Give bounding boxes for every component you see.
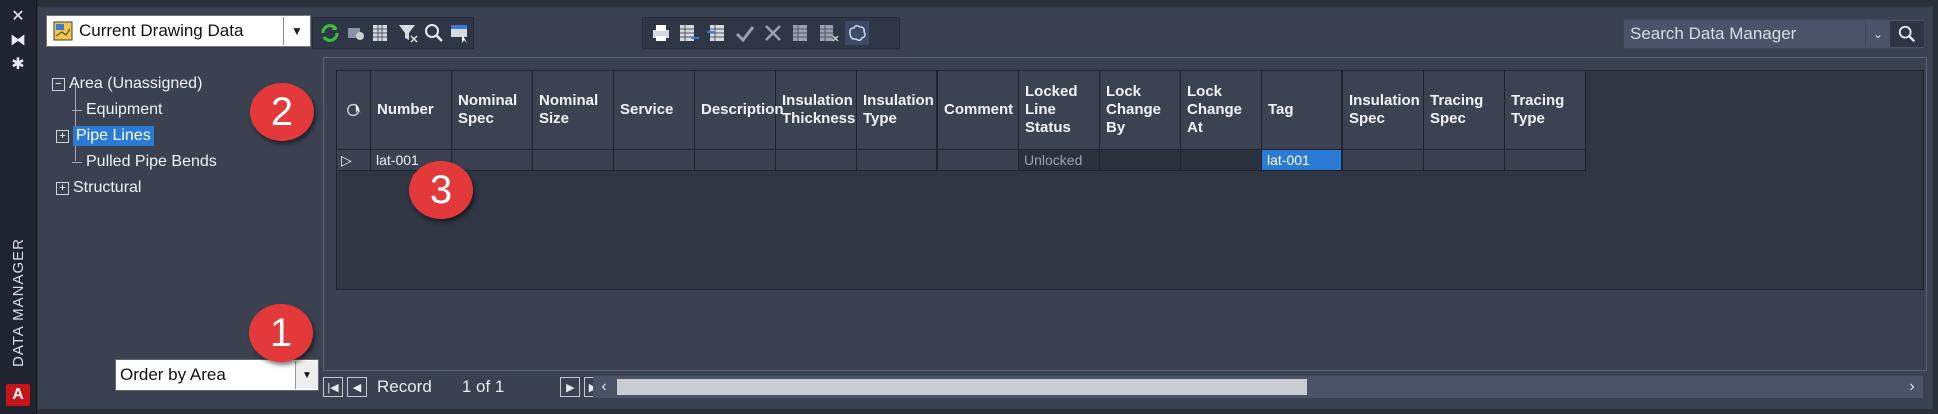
column-header[interactable]: Insulation Thickness <box>776 71 857 149</box>
print-icon[interactable] <box>649 21 673 45</box>
export-icon[interactable] <box>677 21 701 45</box>
revision-cloud-icon[interactable] <box>845 21 869 45</box>
search-box[interactable]: Search Data Manager ⌄ <box>1623 19 1925 49</box>
table-cell[interactable] <box>776 150 857 170</box>
table-cell[interactable] <box>1343 150 1424 170</box>
annotation-badge-2: 2 <box>250 83 314 141</box>
grid-container: Number Nominal Spec Nominal Size Service… <box>323 57 1927 371</box>
tree-node-structural[interactable]: + Structural <box>52 175 322 201</box>
chevron-down-icon[interactable]: ⌄ <box>1865 21 1890 47</box>
next-record-button[interactable]: ▶ <box>560 377 581 397</box>
search-button[interactable] <box>1890 21 1924 47</box>
drawing-data-icon <box>53 21 73 41</box>
table-cell[interactable] <box>614 150 695 170</box>
expand-icon[interactable]: + <box>56 129 69 143</box>
order-by-label: Order by Area <box>120 365 226 384</box>
column-header[interactable]: Insulation Type <box>857 71 938 149</box>
data-manager-panel: Current Drawing Data ▼ Search Data Manag… <box>37 6 1934 410</box>
search-input[interactable]: Search Data Manager <box>1624 24 1865 44</box>
column-header[interactable]: Nominal Spec <box>452 71 533 149</box>
annotation-badge-1: 1 <box>249 304 313 362</box>
previous-record-button[interactable]: ◀ <box>347 377 367 397</box>
record-position: 1 of 1 <box>461 377 505 396</box>
collapse-icon[interactable]: ⧓ <box>8 30 28 50</box>
column-header[interactable]: Lock Change At <box>1181 71 1262 149</box>
tree-node-label: Equipment <box>86 101 163 118</box>
toolbar-group-1 <box>312 17 474 49</box>
select-in-model-column-icon[interactable] <box>337 71 371 149</box>
column-header[interactable]: Comment <box>938 71 1019 149</box>
column-header[interactable]: Tracing Spec <box>1424 71 1505 149</box>
table-cell[interactable] <box>533 150 614 170</box>
column-header[interactable]: Number <box>371 71 452 149</box>
column-header[interactable]: Tracing Type <box>1505 71 1586 149</box>
select-in-model-icon[interactable] <box>449 21 471 45</box>
table-cell[interactable] <box>1181 150 1262 170</box>
autocad-logo: A <box>6 384 30 406</box>
expand-icon[interactable]: + <box>56 181 69 195</box>
clear-filter-icon[interactable] <box>397 21 419 45</box>
tree-node-label: Pipe Lines <box>73 126 154 146</box>
order-by-dropdown[interactable]: Order by Area ▼ <box>115 359 319 391</box>
annotation-badge-3: 3 <box>409 161 473 219</box>
table-cell[interactable]: Unlocked <box>1019 150 1100 170</box>
data-manager-label: DATA MANAGER <box>9 237 27 367</box>
zoom-to-icon[interactable] <box>345 21 367 45</box>
tree-node-label: Structural <box>73 179 142 196</box>
chevron-down-icon[interactable]: ▼ <box>283 17 310 45</box>
table-row[interactable]: ▷ lat-001 Unlocked lat-001 <box>337 150 1586 171</box>
column-header[interactable]: Description <box>695 71 784 149</box>
close-icon[interactable]: ✕ <box>8 6 28 26</box>
column-header[interactable]: Tag <box>1262 71 1343 149</box>
scroll-left-icon[interactable]: ‹ <box>593 378 615 396</box>
grid-header: Number Nominal Spec Nominal Size Service… <box>337 71 1586 150</box>
chevron-down-icon[interactable]: ▼ <box>295 361 318 389</box>
table-cell[interactable] <box>695 150 776 170</box>
collapse-icon[interactable]: − <box>52 77 65 91</box>
import-icon[interactable] <box>705 21 729 45</box>
column-header[interactable]: Locked Line Status <box>1019 71 1100 149</box>
first-record-button[interactable]: |◀ <box>323 377 343 397</box>
data-source-label: Current Drawing Data <box>79 21 244 40</box>
table-cell[interactable] <box>1100 150 1181 170</box>
column-header[interactable]: Service <box>614 71 695 149</box>
table-cell[interactable] <box>938 150 1019 170</box>
search-icon[interactable] <box>423 21 445 45</box>
tree-node-label: Pulled Pipe Bends <box>86 153 217 170</box>
record-navigation: |◀ ◀ Record 1 of 1 ▶ ▶| ‹ › <box>323 371 1925 403</box>
table-cell[interactable]: lat-001 <box>1262 150 1343 170</box>
data-source-dropdown[interactable]: Current Drawing Data ▼ <box>46 15 311 47</box>
data-grid: Number Nominal Spec Nominal Size Service… <box>336 70 1924 290</box>
column-header[interactable]: Nominal Size <box>533 71 614 149</box>
gear-icon[interactable]: ✱ <box>8 54 28 74</box>
reject-icon[interactable] <box>761 21 785 45</box>
column-header[interactable]: Insulation Spec <box>1343 71 1424 149</box>
column-settings-icon[interactable] <box>371 21 393 45</box>
accept-icon[interactable] <box>733 21 757 45</box>
refresh-icon[interactable] <box>319 21 341 45</box>
table-cell[interactable] <box>1505 150 1586 170</box>
scroll-right-icon[interactable]: › <box>1901 378 1923 396</box>
table-cell[interactable] <box>857 150 938 170</box>
unlock-rows-icon[interactable] <box>817 21 841 45</box>
record-label: Record <box>377 377 432 396</box>
lock-rows-icon[interactable] <box>789 21 813 45</box>
side-toolbar: ✕ ⧓ ✱ DATA MANAGER A <box>0 0 37 414</box>
horizontal-scrollbar[interactable]: ‹ › <box>593 376 1923 398</box>
table-cell[interactable] <box>452 150 533 170</box>
table-cell[interactable] <box>1424 150 1505 170</box>
tree-node-label: Area (Unassigned) <box>69 75 203 92</box>
column-header[interactable]: Lock Change By <box>1100 71 1181 149</box>
scrollbar-thumb[interactable] <box>617 379 1307 395</box>
tree-node-pulled-pipe-bends[interactable]: Pulled Pipe Bends <box>52 149 322 175</box>
row-indicator-icon[interactable]: ▷ <box>337 150 371 170</box>
toolbar-group-2 <box>642 17 900 49</box>
search-icon <box>1898 25 1916 43</box>
